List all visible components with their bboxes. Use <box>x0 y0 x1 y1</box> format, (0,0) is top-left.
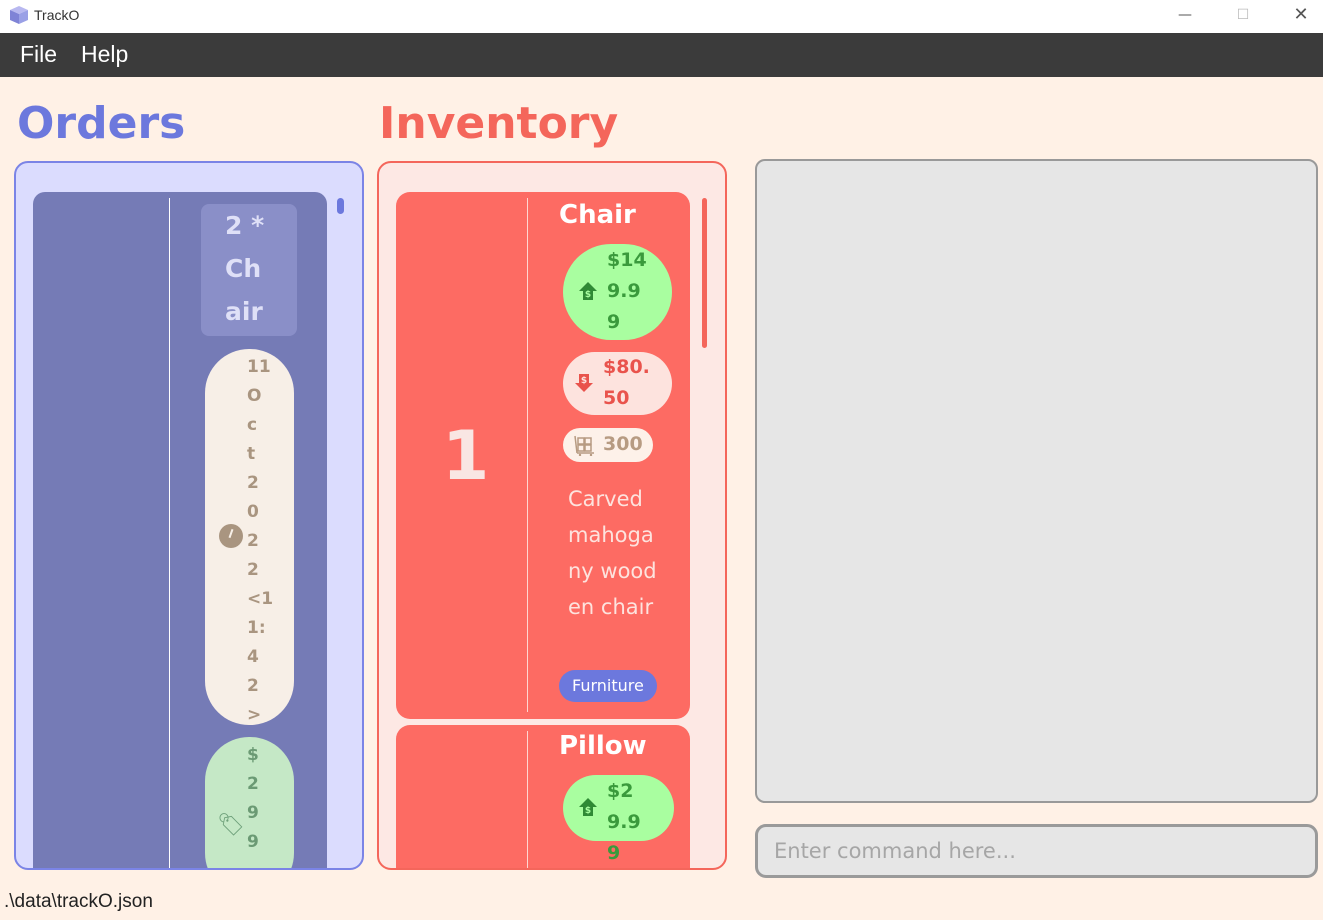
status-file-path: .\data\trackO.json <box>4 891 153 912</box>
menu-help[interactable]: Help <box>81 41 128 68</box>
inventory-card-divider <box>527 731 528 868</box>
close-button[interactable]: ✕ <box>1272 0 1323 33</box>
buy-price-down-icon: $ <box>575 374 593 392</box>
order-card-divider <box>169 198 170 868</box>
orders-heading: Orders <box>17 98 186 149</box>
svg-text:$: $ <box>581 376 587 386</box>
inventory-item-index: 1 <box>442 417 490 496</box>
order-item-line: 2 * <box>225 211 265 240</box>
quantity-text: 300 <box>603 433 643 455</box>
order-date-glyph: 2 <box>247 473 259 493</box>
order-item-summary: 2 * Ch air <box>201 204 297 336</box>
result-display <box>755 159 1318 803</box>
sell-price-badge: $ $149.99 <box>563 244 672 340</box>
title-bar: TrackO — ☐ ✕ <box>0 0 1323 33</box>
orders-scrollbar[interactable] <box>337 198 344 214</box>
sell-price-text: $29.99 <box>607 780 641 864</box>
order-date-glyph: t <box>247 444 256 464</box>
order-date-glyph: 2 <box>247 676 259 696</box>
order-date-glyph: O <box>247 386 262 406</box>
svg-text:$: $ <box>585 806 591 816</box>
order-price-glyph: 9 <box>247 803 259 823</box>
maximize-button[interactable]: ☐ <box>1214 0 1272 33</box>
inventory-item-name: Chair <box>559 200 636 230</box>
inventory-item-name: Pillow <box>559 731 647 761</box>
quantity-badge: 300 <box>563 428 653 462</box>
order-date-glyph: <1 <box>247 589 274 609</box>
app-cube-icon <box>10 6 28 24</box>
minimize-button[interactable]: — <box>1156 0 1214 33</box>
window-title: TrackO <box>34 7 80 23</box>
buy-price-text: $80.50 <box>603 356 650 409</box>
order-date-glyph: 1: <box>247 618 266 638</box>
order-price-glyph: 2 <box>247 774 259 794</box>
order-date-badge: 11 O c t 2 0 2 2 <1 1: 4 2 > <box>205 349 294 725</box>
order-price-badge: 🏷 $ 2 9 9 <box>205 737 294 868</box>
order-date-glyph: 2 <box>247 531 259 551</box>
sell-price-badge: $ $29.99 <box>563 775 674 864</box>
inventory-list-panel[interactable]: 1 Chair $ $149.99 $ $80.50 300 Carved ma… <box>377 161 727 870</box>
inventory-scrollbar[interactable] <box>702 198 707 348</box>
sell-price-up-icon: $ <box>579 798 597 816</box>
order-card[interactable]: 2 * Ch air 11 O c t 2 0 2 2 <1 1: 4 2 > <box>33 192 327 868</box>
order-item-line: air <box>225 297 263 326</box>
inventory-card-divider <box>527 198 528 712</box>
inventory-heading: Inventory <box>379 98 619 149</box>
category-tag: Furniture <box>559 670 657 702</box>
price-tag-icon: 🏷 <box>217 813 245 838</box>
order-price-glyph: 9 <box>247 832 259 852</box>
sell-price-text: $149.99 <box>607 249 647 333</box>
order-date-glyph: 2 <box>247 560 259 580</box>
warehouse-cart-icon <box>574 435 594 456</box>
inventory-card[interactable]: Pillow $ $29.99 <box>396 725 690 868</box>
order-date-glyph: 11 <box>247 357 271 377</box>
order-price-glyph: $ <box>247 745 259 765</box>
order-date-glyph: 0 <box>247 502 259 522</box>
order-price-text: $ 2 9 9 <box>247 741 267 857</box>
order-date-text: 11 O c t 2 0 2 2 <1 1: 4 2 > <box>247 353 274 730</box>
menu-file[interactable]: File <box>20 41 57 68</box>
inventory-card[interactable]: 1 Chair $ $149.99 $ $80.50 300 Carved ma… <box>396 192 690 719</box>
clock-icon <box>219 524 243 548</box>
order-date-glyph: 4 <box>247 647 259 667</box>
inventory-item-description: Carved mahogany wooden chair <box>568 487 657 619</box>
svg-text:$: $ <box>585 290 591 300</box>
buy-price-badge: $ $80.50 <box>563 352 672 415</box>
command-input[interactable] <box>755 824 1318 878</box>
orders-list-panel[interactable]: 2 * Ch air 11 O c t 2 0 2 2 <1 1: 4 2 > <box>14 161 364 870</box>
sell-price-up-icon: $ <box>579 282 597 300</box>
menu-bar: File Help <box>0 33 1323 77</box>
order-date-glyph: c <box>247 415 258 435</box>
order-item-line: Ch <box>225 254 262 283</box>
order-date-glyph: > <box>247 705 262 725</box>
